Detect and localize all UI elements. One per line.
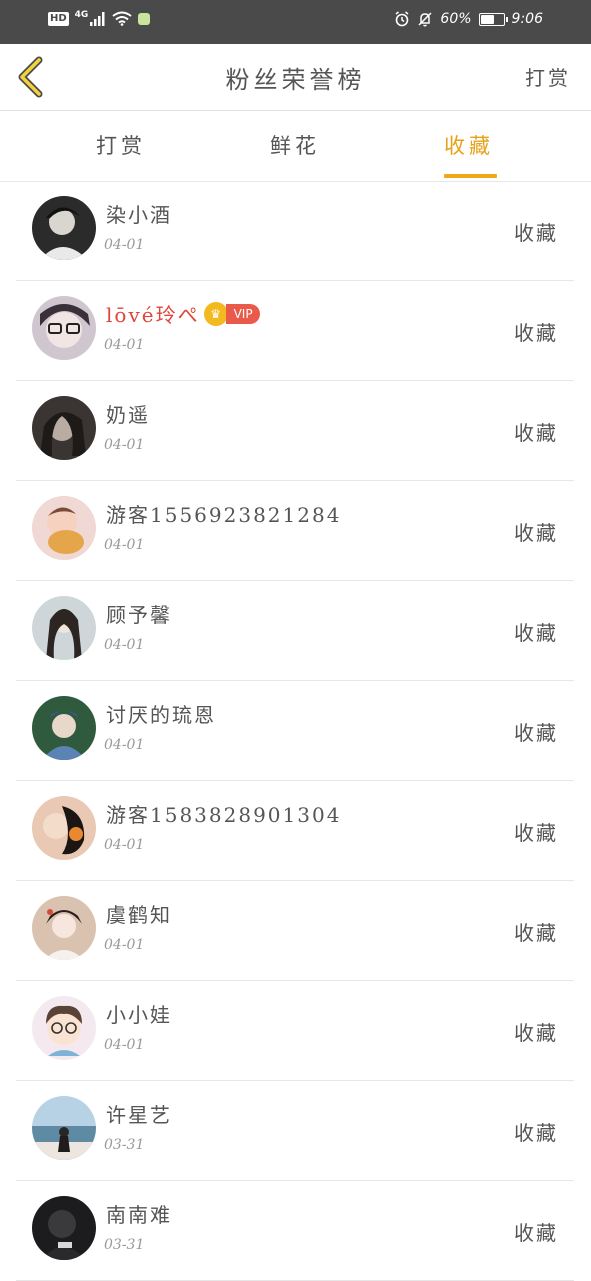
list-item[interactable]: 游客1583828901304 04-01 收藏 — [16, 781, 574, 881]
user-name: 许星艺 — [106, 1103, 172, 1127]
vip-badge: VIP — [225, 303, 260, 324]
avatar — [32, 1196, 96, 1260]
tip-button[interactable]: 打赏 — [525, 62, 571, 91]
active-tab-indicator — [444, 174, 497, 178]
user-name: 南南难 — [106, 1203, 172, 1227]
avatar — [32, 796, 96, 860]
battery-percent: 60% — [440, 11, 472, 27]
status-left: HD 4G — [48, 9, 151, 26]
favorite-date: 03-31 — [104, 1137, 145, 1153]
avatar — [32, 896, 96, 960]
mute-bell-icon — [418, 12, 432, 27]
avatar — [32, 296, 96, 360]
user-name: 奶遥 — [106, 403, 150, 427]
avatar — [32, 996, 96, 1060]
list-item[interactable]: 游客1556923821284 04-01 收藏 — [16, 481, 574, 581]
favorite-label: 收藏 — [514, 1121, 558, 1145]
status-right: 60% 9:06 — [394, 11, 543, 27]
fan-list: 染小酒 04-01 收藏 lōvé玲ぺ ♛ VIP 04-01 收藏 奶遥 04… — [16, 181, 574, 1281]
clock: 9:06 — [511, 11, 543, 27]
list-item[interactable]: 染小酒 04-01 收藏 — [16, 181, 574, 281]
user-name: 讨厌的琉恩 — [106, 703, 216, 727]
user-name: 小小娃 — [106, 1003, 172, 1027]
crown-icon: ♛ — [203, 301, 228, 326]
list-item[interactable]: 南南难 03-31 收藏 — [16, 1181, 574, 1281]
favorite-label: 收藏 — [514, 821, 558, 845]
list-item[interactable]: 许星艺 03-31 收藏 — [16, 1081, 574, 1181]
user-name-text: lōvé玲ぺ — [106, 303, 200, 327]
tab-flowers[interactable]: 鲜花 — [270, 130, 320, 160]
app-notification-icon — [138, 12, 151, 25]
network-type: 4G — [74, 9, 89, 20]
favorite-label: 收藏 — [514, 221, 558, 245]
favorite-label: 收藏 — [514, 1021, 558, 1045]
tab-tip[interactable]: 打赏 — [96, 130, 146, 160]
list-item[interactable]: 奶遥 04-01 收藏 — [16, 381, 574, 481]
avatar — [32, 1096, 96, 1160]
avatar — [32, 496, 96, 560]
favorite-label: 收藏 — [514, 721, 558, 745]
favorite-label: 收藏 — [514, 1221, 558, 1245]
favorite-label: 收藏 — [514, 321, 558, 345]
favorite-label: 收藏 — [514, 421, 558, 445]
favorite-label: 收藏 — [514, 921, 558, 945]
battery-fill — [480, 14, 494, 24]
favorite-date: 04-01 — [104, 937, 145, 953]
alarm-icon — [395, 11, 409, 27]
user-name: 染小酒 — [106, 203, 172, 227]
list-item[interactable]: 讨厌的琉恩 04-01 收藏 — [16, 681, 574, 781]
battery-nub — [505, 16, 508, 22]
status-bar: HD 4G 60% 9:06 — [0, 0, 591, 44]
user-name: 游客1556923821284 — [106, 503, 342, 527]
favorite-label: 收藏 — [514, 621, 558, 645]
page-title: 粉丝荣誉榜 — [225, 66, 366, 94]
list-item[interactable]: 虞鹤知 04-01 收藏 — [16, 881, 574, 981]
favorite-date: 04-01 — [104, 737, 145, 753]
user-name: 游客1583828901304 — [106, 803, 342, 827]
wifi-icon — [112, 11, 132, 26]
favorite-date: 04-01 — [104, 337, 145, 353]
top-nav-bar: 粉丝荣誉榜 打赏 — [0, 44, 591, 111]
hd-badge: HD — [48, 11, 69, 26]
favorite-label: 收藏 — [514, 521, 558, 545]
favorite-date: 03-31 — [104, 1237, 145, 1253]
tab-favorites[interactable]: 收藏 — [444, 130, 494, 160]
favorite-date: 04-01 — [104, 437, 145, 453]
user-name: 虞鹤知 — [106, 903, 172, 927]
favorite-date: 04-01 — [104, 237, 145, 253]
avatar — [32, 396, 96, 460]
favorite-date: 04-01 — [104, 637, 145, 653]
list-item[interactable]: 顾予馨 04-01 收藏 — [16, 581, 574, 681]
favorite-date: 04-01 — [104, 537, 145, 553]
avatar — [32, 696, 96, 760]
avatar — [32, 196, 96, 260]
signal-icon — [90, 11, 105, 26]
user-name: lōvé玲ぺ ♛ VIP — [106, 299, 260, 328]
avatar — [32, 596, 96, 660]
favorite-date: 04-01 — [104, 1037, 145, 1053]
list-item[interactable]: 小小娃 04-01 收藏 — [16, 981, 574, 1081]
favorite-date: 04-01 — [104, 837, 145, 853]
tab-bar: 打赏 鲜花 收藏 — [0, 111, 591, 182]
battery-icon — [478, 12, 508, 26]
user-name: 顾予馨 — [106, 603, 172, 627]
list-item[interactable]: lōvé玲ぺ ♛ VIP 04-01 收藏 — [16, 281, 574, 381]
